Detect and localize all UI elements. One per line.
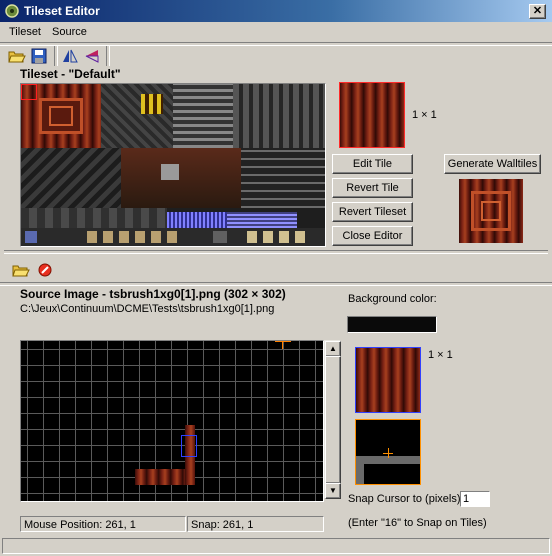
source-image-canvas[interactable] (20, 340, 324, 502)
folder-open-icon[interactable] (8, 48, 26, 64)
selected-tile-preview (339, 82, 405, 148)
snap-hint: (Enter "16" to Snap on Tiles) (348, 517, 487, 529)
generate-walltiles-button[interactable]: Generate Walltiles (444, 154, 541, 174)
save-icon[interactable] (31, 48, 47, 64)
flip-vertical-icon[interactable] (84, 48, 100, 64)
source-heading: Source Image - tsbrush1xg0[1].png (302 ×… (20, 287, 286, 301)
menu-tileset[interactable]: Tileset (9, 26, 41, 38)
close-button[interactable]: ✕ (529, 4, 546, 19)
cancel-icon[interactable] (38, 263, 52, 277)
window-status-bar (2, 538, 550, 554)
source-path: C:\Jeux\Continuum\DCME\Tests\tsbrush1xg0… (20, 303, 275, 315)
flip-horizontal-icon[interactable] (62, 48, 78, 64)
close-editor-button[interactable]: Close Editor (332, 226, 413, 246)
background-color-label: Background color: (348, 293, 437, 305)
toolbar-divider (0, 282, 552, 286)
tileset-heading: Tileset - "Default" (20, 67, 121, 81)
mouse-position-status: Mouse Position: 261, 1 (20, 516, 186, 532)
selection-size-label: 1 × 1 (428, 349, 453, 361)
scrollbar-thumb[interactable] (325, 356, 341, 484)
edit-tile-button[interactable]: Edit Tile (332, 154, 413, 174)
tile-size-label: 1 × 1 (412, 109, 437, 121)
toolbar-separator (106, 46, 110, 66)
menu-source[interactable]: Source (52, 26, 87, 38)
snap-label: Snap Cursor to (pixels): (348, 493, 464, 505)
selection-preview (355, 347, 421, 413)
revert-tileset-button[interactable]: Revert Tileset (332, 202, 413, 222)
cursor-zoom-preview (355, 419, 421, 485)
walltile-preview (459, 179, 523, 243)
folder-open-icon[interactable] (12, 262, 30, 278)
scroll-down-button[interactable]: ▼ (325, 483, 341, 499)
section-divider (4, 250, 548, 254)
toolbar-separator (54, 46, 58, 66)
scroll-up-button[interactable]: ▲ (325, 341, 341, 357)
revert-tile-button[interactable]: Revert Tile (332, 178, 413, 198)
snap-status: Snap: 261, 1 (187, 516, 324, 532)
snap-input[interactable] (460, 491, 490, 507)
tileset-canvas[interactable] (20, 83, 326, 247)
background-color-swatch[interactable] (347, 316, 437, 333)
menu-divider (0, 42, 552, 46)
app-icon (5, 4, 19, 18)
window-title: Tileset Editor (24, 4, 100, 18)
